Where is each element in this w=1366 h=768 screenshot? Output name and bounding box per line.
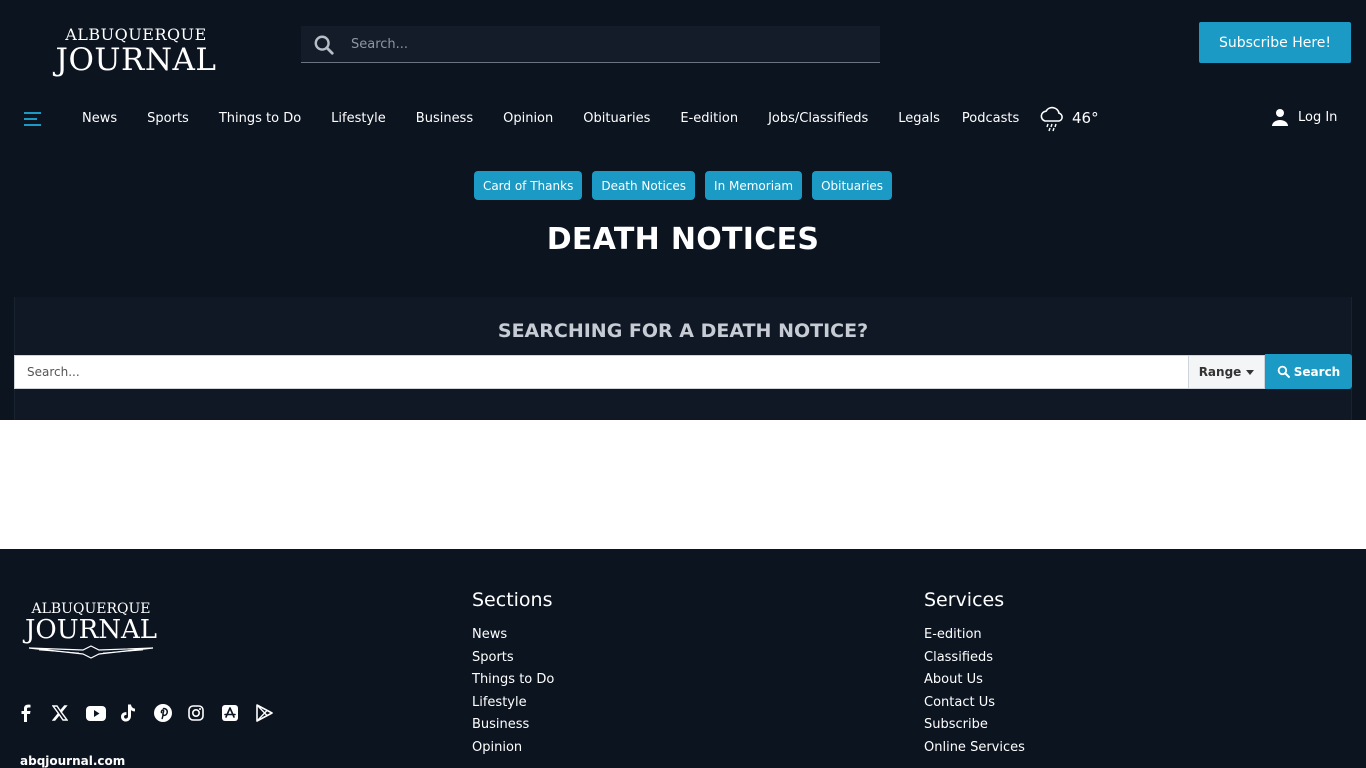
site-logo[interactable]: ALBUQUERQUE JOURNAL: [54, 26, 218, 78]
user-icon: [1272, 109, 1288, 126]
nav-item-podcasts[interactable]: Podcasts: [962, 109, 1019, 129]
site-url-link[interactable]: abqjournal.com: [20, 754, 125, 768]
app-store-icon[interactable]: [222, 702, 256, 724]
logo-line-2: JOURNAL: [55, 42, 217, 78]
footer-logo-line-2: JOURNAL: [24, 615, 158, 645]
chip-card-of-thanks[interactable]: Card of Thanks: [473, 171, 583, 200]
notice-search-button-label: Search: [1293, 364, 1341, 379]
nav-item-jobs-classifieds[interactable]: Jobs/Classifieds: [768, 109, 868, 129]
main-nav: News Sports Things to Do Lifestyle Busin…: [82, 109, 1041, 129]
site-footer: ALBUQUERQUE JOURNAL abqjournal.com Secti…: [0, 549, 1366, 768]
facebook-icon[interactable]: [18, 702, 52, 724]
nav-item-business[interactable]: Business: [416, 109, 473, 129]
footer-link-news[interactable]: News: [472, 624, 554, 647]
footer-link-classifieds[interactable]: Classifieds: [924, 647, 1025, 670]
pinterest-icon[interactable]: [154, 702, 188, 724]
category-chips: Card of Thanks Death Notices In Memoriam…: [0, 171, 1366, 200]
login-button[interactable]: Log In: [1271, 108, 1337, 126]
footer-link-lifestyle[interactable]: Lifestyle: [472, 692, 554, 715]
footer-logo[interactable]: ALBUQUERQUE JOURNAL: [20, 602, 162, 659]
subscribe-button[interactable]: Subscribe Here!: [1199, 22, 1351, 63]
nav-item-sports[interactable]: Sports: [147, 109, 189, 129]
footer-link-business[interactable]: Business: [472, 714, 554, 737]
footer-link-contact-us[interactable]: Contact Us: [924, 692, 1025, 715]
footer-link-about-us[interactable]: About Us: [924, 669, 1025, 692]
nav-item-legals[interactable]: Legals: [898, 109, 940, 129]
footer-sections: Sections News Sports Things to Do Lifest…: [472, 589, 554, 759]
search-icon[interactable]: [313, 34, 335, 56]
weather-temperature: 46°: [1072, 109, 1099, 127]
social-links: [18, 702, 290, 724]
header-search: [301, 26, 880, 63]
range-dropdown[interactable]: Range: [1189, 355, 1265, 389]
nav-item-lifestyle[interactable]: Lifestyle: [331, 109, 386, 129]
footer-link-things-to-do[interactable]: Things to Do: [472, 669, 554, 692]
footer-link-e-edition[interactable]: E-edition: [924, 624, 1025, 647]
search-icon: [1277, 365, 1290, 378]
footer-sections-title: Sections: [472, 589, 553, 611]
caret-down-icon: [1246, 369, 1255, 375]
chip-death-notices[interactable]: Death Notices: [592, 171, 696, 200]
instagram-icon[interactable]: [188, 702, 222, 724]
tiktok-icon[interactable]: [120, 702, 154, 724]
notice-search-title: SEARCHING FOR A DEATH NOTICE?: [497, 320, 869, 342]
footer-link-subscribe[interactable]: Subscribe: [924, 714, 1025, 737]
youtube-icon[interactable]: [86, 702, 120, 724]
notice-search-input[interactable]: [15, 356, 1188, 388]
weather-widget[interactable]: 46°: [1038, 104, 1099, 132]
nav-item-news[interactable]: News: [82, 109, 117, 129]
notice-search-field: [14, 355, 1189, 389]
eagle-emblem-icon: [28, 645, 154, 659]
notice-search-button[interactable]: Search: [1265, 354, 1352, 389]
google-play-icon[interactable]: [256, 702, 290, 724]
footer-link-online-services[interactable]: Online Services: [924, 737, 1025, 760]
footer-services: Services E-edition Classifieds About Us …: [924, 589, 1025, 759]
page-title: DEATH NOTICES: [546, 222, 820, 257]
nav-item-e-edition[interactable]: E-edition: [680, 109, 738, 129]
site-header: ALBUQUERQUE JOURNAL Subscribe Here! News…: [0, 0, 1366, 160]
range-label: Range: [1198, 365, 1242, 379]
x-icon[interactable]: [52, 702, 86, 724]
footer-services-title: Services: [924, 589, 1005, 611]
nav-item-things-to-do[interactable]: Things to Do: [219, 109, 301, 129]
login-label: Log In: [1298, 109, 1338, 125]
header-search-input[interactable]: [351, 26, 871, 62]
nav-item-opinion[interactable]: Opinion: [503, 109, 553, 129]
content-area: [0, 420, 1366, 549]
footer-link-sports[interactable]: Sports: [472, 647, 554, 670]
footer-link-opinion[interactable]: Opinion: [472, 737, 554, 760]
chip-obituaries[interactable]: Obituaries: [812, 171, 893, 200]
rain-cloud-icon: [1040, 106, 1063, 132]
nav-item-obituaries[interactable]: Obituaries: [583, 109, 650, 129]
hamburger-icon[interactable]: [24, 110, 42, 128]
chip-in-memoriam[interactable]: In Memoriam: [705, 171, 803, 200]
